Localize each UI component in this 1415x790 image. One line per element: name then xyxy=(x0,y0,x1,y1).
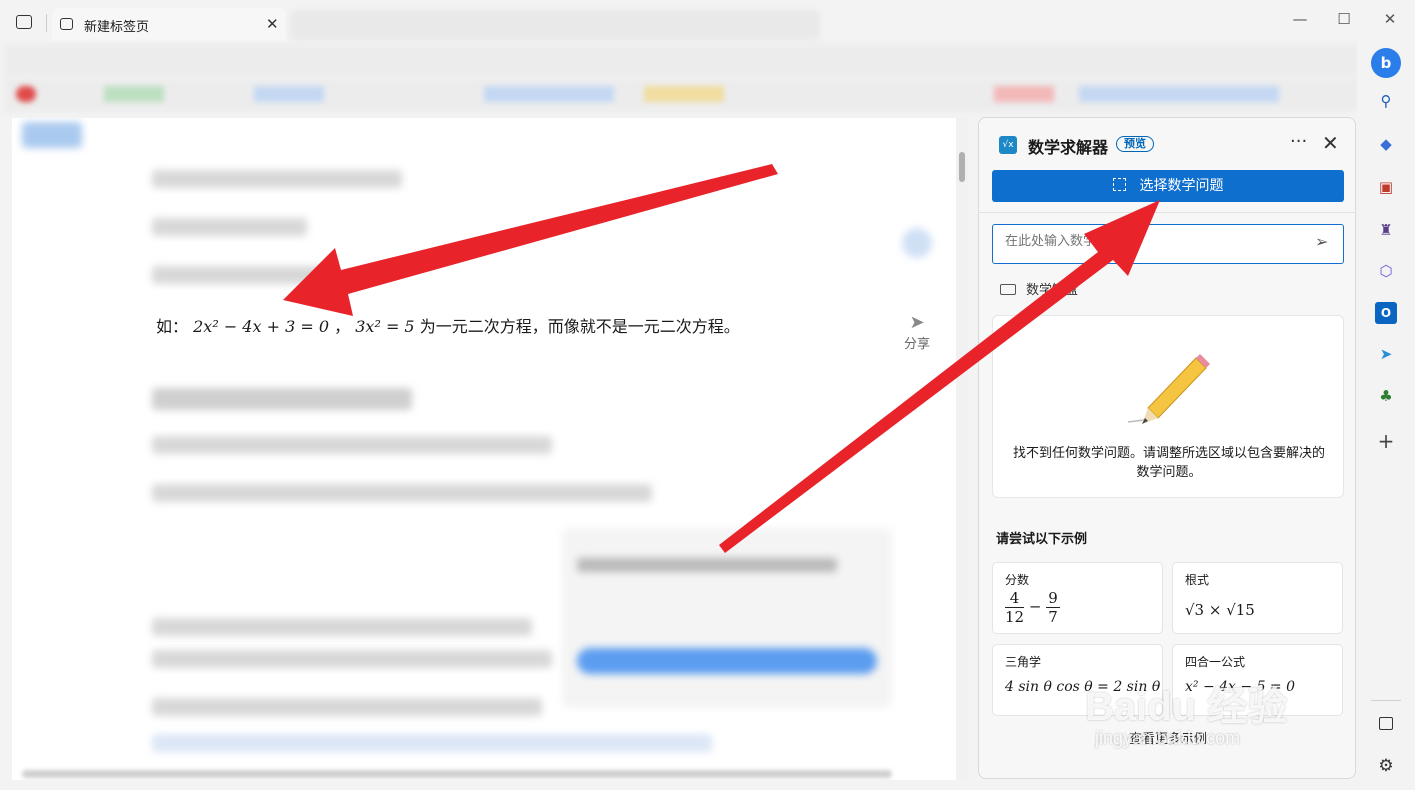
tab-actions-icon[interactable] xyxy=(16,15,32,29)
example-label: 根式 xyxy=(1185,573,1210,587)
examples-heading: 请尝试以下示例 xyxy=(996,532,1088,547)
formula-suffix: 为一元二次方程，而像就不是一元二次方程。 xyxy=(419,317,740,336)
tools-icon[interactable]: ▣ xyxy=(1375,176,1397,198)
minimize-icon[interactable]: — xyxy=(1288,10,1312,28)
edge-sidebar: b ⚲ ◆ ▣ ♜ ⬡ O ➤ ♣ + ⚙ xyxy=(1357,40,1415,790)
select-button-label: 选择数学问题 xyxy=(1139,178,1224,194)
panel-divider xyxy=(979,212,1355,213)
preview-badge: 预览 xyxy=(1116,136,1154,152)
example-label: 三角学 xyxy=(1005,655,1042,669)
equation-1: 2x² − 4x + 3 = 0 xyxy=(193,317,330,336)
example-formula: 4 12 − 97 xyxy=(1005,589,1060,626)
shopping-tag-icon[interactable]: ◆ xyxy=(1375,133,1397,155)
keyboard-icon xyxy=(1000,284,1016,295)
example-label: 四合一公式 xyxy=(1185,655,1246,669)
browser-title-bar: 新建标签页 ✕ — ☐ ✕ xyxy=(0,0,1396,42)
blurred-tabs xyxy=(290,10,820,40)
address-bar-blurred xyxy=(4,44,1359,76)
math-solver-logo-icon: √x xyxy=(999,136,1017,154)
equation-2: 3x² = 5 xyxy=(355,317,415,336)
panel-title: 数学求解器 xyxy=(1028,138,1109,157)
bottom-hscroll[interactable] xyxy=(22,770,892,778)
selection-box-icon xyxy=(1112,178,1126,191)
formula-sentence: 如： 2x² − 4x + 3 = 0 ， 3x² = 5 为一元二次方程，而像… xyxy=(156,313,740,337)
settings-gear-icon[interactable]: ⚙ xyxy=(1375,755,1397,777)
tree-icon[interactable]: ♣ xyxy=(1375,385,1397,407)
window-close-icon[interactable]: ✕ xyxy=(1378,10,1402,28)
tab-close-icon[interactable]: ✕ xyxy=(266,15,279,33)
example-formula: √3 × √15 xyxy=(1185,601,1255,619)
math-input-box: ➢ xyxy=(992,224,1344,264)
tab-title: 新建标签页 xyxy=(84,20,150,35)
panel-close-icon[interactable]: ✕ xyxy=(1322,131,1339,155)
sidebar-layout-icon[interactable] xyxy=(1375,714,1397,736)
games-icon[interactable]: ♜ xyxy=(1375,219,1397,241)
formula-separator: ， xyxy=(334,317,351,336)
math-keyboard-toggle[interactable]: 数学键盘 xyxy=(1000,279,1078,298)
select-math-problem-button[interactable]: 选择数学问题 xyxy=(992,170,1344,202)
share-label: 分享 xyxy=(903,337,930,352)
keyboard-label: 数学键盘 xyxy=(1026,283,1079,298)
math-input-field[interactable] xyxy=(1003,233,1307,250)
share-button[interactable]: ➤ 分享 xyxy=(900,312,934,352)
send-plane-icon: ➤ xyxy=(909,312,925,333)
browser-tab[interactable]: 新建标签页 ✕ xyxy=(52,8,286,42)
formula-prefix: 如： xyxy=(156,317,189,336)
web-content xyxy=(12,118,956,780)
add-icon[interactable]: + xyxy=(1375,430,1397,452)
outlook-icon[interactable]: O xyxy=(1375,302,1397,324)
example-label: 分数 xyxy=(1005,573,1030,587)
no-problem-card: 找不到任何数学问题。请调整所选区域以包含要解决的数学问题。 xyxy=(992,315,1344,498)
microsoft-365-icon[interactable]: ⬡ xyxy=(1375,260,1397,282)
example-card-fraction[interactable]: 分数 4 12 − 97 xyxy=(992,562,1163,634)
more-options-icon[interactable]: ··· xyxy=(1290,131,1307,152)
pencil-icon xyxy=(1127,354,1210,424)
tab-divider xyxy=(46,14,47,32)
edge-sidebar-divider xyxy=(1371,700,1401,701)
send-icon[interactable]: ➤ xyxy=(1375,343,1397,365)
page-scrollbar[interactable] xyxy=(956,118,968,780)
new-tab-icon xyxy=(60,18,73,30)
baidu-watermark-url: jingyan.baidu.com xyxy=(1095,728,1241,748)
copilot-icon[interactable]: b xyxy=(1371,48,1401,78)
example-card-radical[interactable]: 根式 √3 × √15 xyxy=(1172,562,1343,634)
send-icon[interactable]: ➢ xyxy=(1315,232,1328,251)
scrollbar-thumb[interactable] xyxy=(959,152,965,182)
baidu-watermark-logo: Baidu 经验 xyxy=(1085,685,1288,729)
bookmarks-bar-blurred xyxy=(4,78,1359,112)
no-problem-message: 找不到任何数学问题。请调整所选区域以包含要解决的数学问题。 xyxy=(1012,446,1325,480)
maximize-icon[interactable]: ☐ xyxy=(1332,10,1356,28)
search-icon[interactable]: ⚲ xyxy=(1375,90,1397,112)
